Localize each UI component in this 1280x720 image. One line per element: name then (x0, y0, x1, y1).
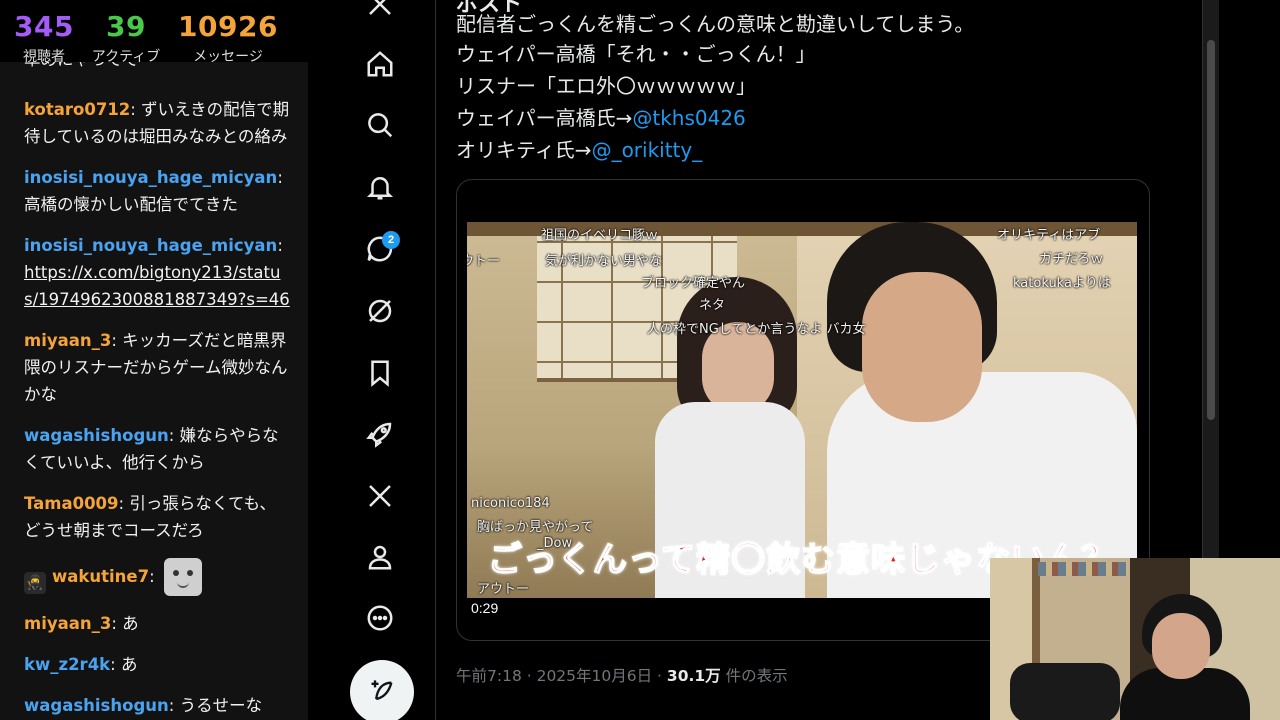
video-overlay-comment: ネタ (699, 298, 726, 313)
chat-message: Tama0009: 引っ張らなくても、どうせ朝までコースだろ (0, 482, 308, 550)
rocket-icon[interactable] (358, 412, 402, 456)
scrollbar-thumb[interactable] (1207, 40, 1215, 420)
tweet-credit-line: ウェイパー高橋氏→@tkhs0426 (456, 102, 746, 134)
chat-username[interactable]: wakutine7 (52, 567, 149, 586)
chat-message: inosisi_nouya_hage_micyan: 高橋の懐かしい配信でてきた (0, 156, 308, 224)
compose-post-button[interactable] (350, 660, 414, 720)
chat-separator: : (277, 236, 283, 255)
active-count: 39 アクティブ (88, 0, 164, 65)
video-overlay-comment: 気が利かない男やな (545, 254, 663, 269)
chat-message-text: あ (120, 655, 138, 674)
bookmark-icon[interactable] (358, 351, 402, 395)
chat-message: wagashishogun: 嫌ならやらなくていいよ、他行くから (0, 414, 308, 482)
chat-separator: : (110, 655, 121, 674)
credit-prefix: オリキティ氏→ (456, 138, 592, 162)
chat-message: inosisi_nouya_hage_micyan: https://x.com… (0, 224, 308, 319)
message-count-label: メッセージ (193, 49, 263, 65)
mention-link[interactable]: @tkhs0426 (632, 106, 745, 130)
stream-stats: 345 視聴者 39 アクティブ 10926 メッセージ (0, 0, 308, 65)
chat-message: kw_z2r4k: あ (0, 643, 308, 684)
feather-plus-icon (371, 680, 393, 701)
person-icon[interactable] (358, 535, 402, 579)
search-icon[interactable] (358, 103, 402, 147)
chat-message: 🥷 wakutine7: (0, 550, 308, 602)
viewer-count-label: 視聴者 (23, 49, 65, 65)
video-overlay-comment: 祖国のイベリコ豚ｗ (541, 228, 659, 243)
video-overlay-comment: ウトー (467, 254, 501, 269)
chat-separator: : (111, 331, 123, 350)
tweet-text-line: 配信者ごっくんを精ごっくんの意味と勘違いしてしまう。 (456, 12, 975, 36)
chat-separator: : (111, 614, 123, 633)
chat-separator: : (277, 168, 283, 187)
view-count: 30.1万 (666, 667, 721, 685)
video-overlay-comment: 人の枠でNGしてとか言うなよ バカ女 (647, 322, 866, 337)
chat-message-text: うるせーな (179, 696, 263, 715)
chat-username[interactable]: miyaan_3 (24, 614, 111, 633)
chat-messages: kotaro0712: ずいえきの配信で期待しているのは堀田みなみとの絡み ino… (0, 88, 308, 720)
chat-separator: : (168, 696, 180, 715)
chat-separator: : (130, 100, 142, 119)
viewer-count: 345 視聴者 (0, 0, 88, 65)
video-overlay-comment: ブロック確定やん (641, 276, 746, 291)
chat-message-text: 高橋の懐かしい配信でてきた (24, 195, 239, 214)
webcam-overlay (990, 558, 1280, 720)
chat-message: miyaan_3: キッカーズだと暗黒界隈のリスナーだからゲーム微妙なんかな (0, 319, 308, 414)
video-overlay-comment: オリキティはアブ (997, 228, 1101, 243)
more-circle-icon[interactable] (358, 596, 402, 640)
chat-panel: 草めにゃってて kotaro0712: ずいえきの配信で期待しているのは堀田みな… (0, 0, 308, 720)
video-duration: 0:29 (471, 600, 499, 616)
chat-username[interactable]: inosisi_nouya_hage_micyan (24, 168, 277, 187)
chat-separator: : (149, 567, 160, 586)
chat-message: kotaro0712: ずいえきの配信で期待しているのは堀田みなみとの絡み (0, 88, 308, 156)
webcam-scene-shelf-items (1038, 562, 1128, 576)
tweet-text-line: ウェイパー高橋「それ・・ごっくん！」 (456, 42, 816, 66)
chat-link[interactable]: https://x.com/bigtony213/status/19749623… (24, 263, 290, 309)
viewer-count-value: 345 (14, 10, 74, 43)
chat-username[interactable]: kw_z2r4k (24, 655, 110, 674)
message-count-value: 10926 (178, 10, 278, 43)
tweet-timestamp[interactable]: 午前7:18 · 2025年10月6日 · (456, 667, 667, 685)
video-overlay-comment: ガチだろｗ (1039, 252, 1104, 267)
cat-emote-icon (163, 558, 202, 596)
webcam-person-face (1152, 613, 1210, 679)
user-badge-icon: 🥷 (24, 572, 46, 594)
chat-message: wagashishogun: うるせーな (0, 684, 308, 720)
grok-icon[interactable] (358, 289, 402, 333)
chat-username[interactable]: inosisi_nouya_hage_micyan (24, 236, 277, 255)
home-icon[interactable] (358, 42, 402, 86)
video-overlay-comment: katokukaよりは (1013, 276, 1111, 291)
chat-separator: : (168, 426, 180, 445)
x-sidebar-nav: 2 (308, 0, 436, 720)
x-logo-top-icon[interactable] (358, 0, 402, 26)
active-count-value: 39 (106, 10, 146, 43)
mention-link[interactable]: @_orikitty_ (592, 138, 703, 162)
messages-badge: 2 (382, 231, 400, 249)
chat-username[interactable]: miyaan_3 (24, 331, 111, 350)
chat-bubble-icon[interactable]: 2 (358, 227, 402, 271)
chat-message-list: 草めにゃってて kotaro0712: ずいえきの配信で期待しているのは堀田みな… (0, 46, 308, 720)
chat-message: miyaan_3: あ (0, 602, 308, 643)
active-count-label: アクティブ (91, 49, 161, 65)
video-player[interactable]: 祖国のイベリコ豚ｗ ウトー 気が利かない男やな ブロック確定やん ネタ 人の枠で… (467, 222, 1137, 598)
message-count: 10926 メッセージ (164, 0, 292, 65)
credit-prefix: ウェイパー高橋氏→ (456, 106, 633, 130)
chat-username[interactable]: wagashishogun (24, 696, 169, 715)
webcam-scene-bag (1010, 663, 1120, 720)
video-overlay-comment: niconico184 (471, 496, 550, 511)
tweet-meta: 午前7:18 · 2025年10月6日 · 30.1万 件の表示 (456, 664, 788, 686)
chat-separator: : (118, 494, 130, 513)
chat-username[interactable]: kotaro0712 (24, 100, 130, 119)
view-count-label: 件の表示 (720, 667, 788, 685)
chat-username[interactable]: Tama0009 (24, 494, 119, 513)
tweet-credit-line: オリキティ氏→@_orikitty_ (456, 134, 702, 166)
chat-username[interactable]: wagashishogun (24, 426, 169, 445)
chat-message-text: あ (122, 614, 139, 633)
bell-icon[interactable] (358, 165, 402, 209)
video-person-face (862, 272, 982, 422)
x-logo-icon[interactable] (358, 474, 402, 518)
tweet-text-line: リスナー「エロ外〇ｗｗｗｗｗ」 (456, 74, 756, 98)
